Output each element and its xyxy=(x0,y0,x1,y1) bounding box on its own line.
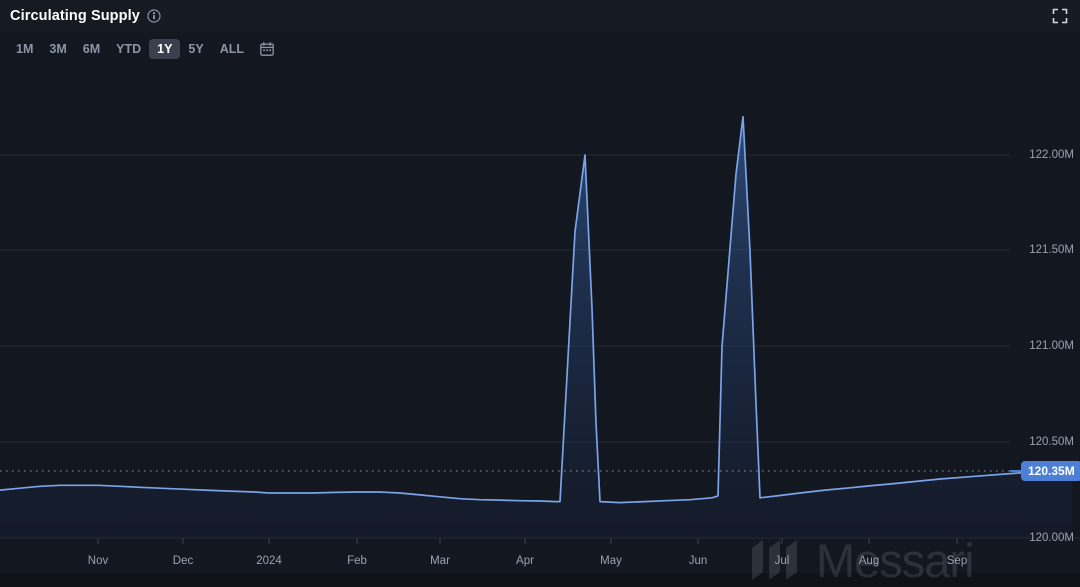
range-button-ytd[interactable]: YTD xyxy=(108,39,149,59)
chart-area-fill xyxy=(0,116,1072,538)
y-axis-label-122: 122.00M xyxy=(1029,149,1074,161)
x-axis-label-jul: Jul xyxy=(774,555,790,567)
x-axis-label-dec: Dec xyxy=(172,555,194,567)
chart-area[interactable]: Messari 122.00M 121.50M 121.00M 120.50M … xyxy=(0,66,1080,584)
x-axis-label-may: May xyxy=(600,555,622,567)
x-axis-label-aug: Aug xyxy=(858,555,880,567)
y-axis-label-121-5: 121.50M xyxy=(1029,244,1074,256)
page-title: Circulating Supply xyxy=(10,8,140,24)
y-axis-label-121: 121.00M xyxy=(1029,340,1074,352)
x-axis-label-2024: 2024 xyxy=(256,555,282,567)
x-axis-label-mar: Mar xyxy=(430,555,450,567)
x-tick-marks xyxy=(97,538,958,544)
chart-plot[interactable] xyxy=(0,66,1080,573)
x-axis-label-feb: Feb xyxy=(347,555,367,567)
calendar-icon[interactable] xyxy=(258,40,276,58)
x-axis-label-nov: Nov xyxy=(87,555,109,567)
range-button-all[interactable]: ALL xyxy=(212,39,252,59)
chart-header: Circulating Supply xyxy=(0,0,1080,32)
range-button-1m[interactable]: 1M xyxy=(8,39,41,59)
range-button-3m[interactable]: 3M xyxy=(41,39,74,59)
range-button-5y[interactable]: 5Y xyxy=(180,39,211,59)
range-button-6m[interactable]: 6M xyxy=(75,39,108,59)
x-axis-label-apr: Apr xyxy=(516,555,534,567)
x-axis-label-sep: Sep xyxy=(946,555,968,567)
x-axis-label-jun: Jun xyxy=(688,555,708,567)
current-value-badge: 120.35M xyxy=(1021,460,1080,481)
chart-line xyxy=(0,115,1073,504)
fullscreen-icon[interactable] xyxy=(1052,8,1068,24)
y-axis-label-120: 120.00M xyxy=(1029,532,1074,544)
y-axis-label-120-5: 120.50M xyxy=(1029,436,1074,448)
range-button-1y[interactable]: 1Y xyxy=(149,39,181,59)
range-toolbar: 1M 3M 6M YTD 1Y 5Y ALL xyxy=(0,32,1080,66)
info-icon[interactable] xyxy=(147,9,161,23)
